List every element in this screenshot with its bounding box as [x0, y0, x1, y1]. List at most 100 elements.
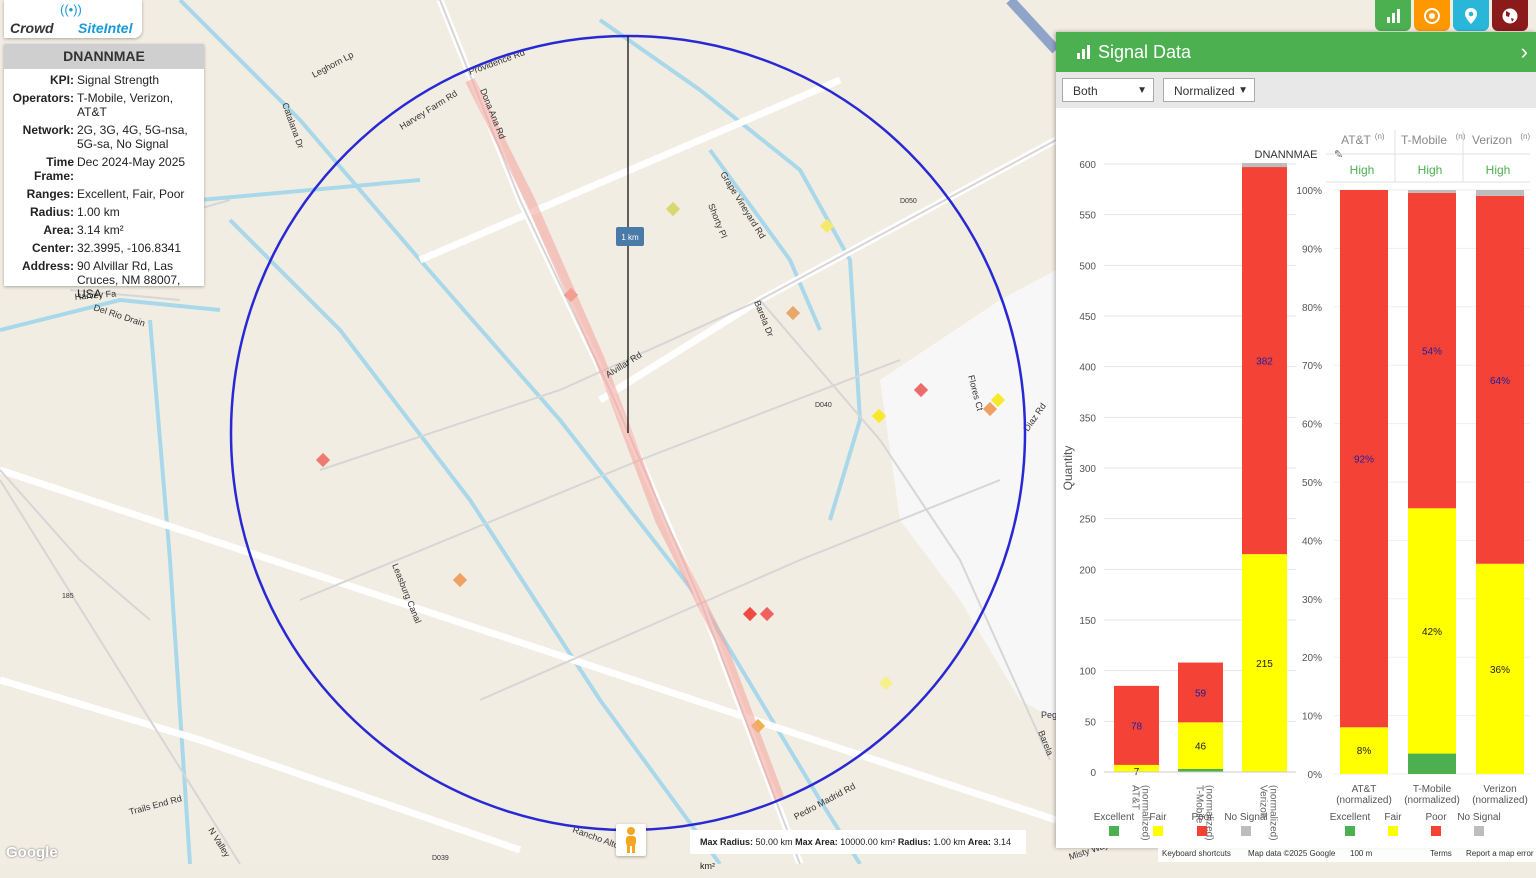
legend-swatch	[1474, 826, 1484, 836]
max-radius-value: 50.00 km	[755, 837, 793, 847]
logo-text-siteintel: SiteIntel	[78, 20, 133, 36]
scale-label: 1 km	[621, 233, 639, 242]
max-area-label: Max Area:	[795, 837, 838, 847]
info-title: DNANNMAE	[4, 44, 204, 69]
globe-button[interactable]	[1492, 0, 1528, 31]
confidence-rating: High	[1486, 163, 1511, 177]
panel-title: Signal Data	[1098, 42, 1192, 62]
legend-label: Excellent	[1094, 812, 1135, 823]
bar-segment-no-signal	[1242, 162, 1287, 168]
data-label: 59	[1195, 688, 1207, 699]
y-tick-label: 0%	[1308, 770, 1323, 781]
info-value: 90 Alvillar Rd, Las Cruces, NM 88007, US…	[77, 259, 181, 301]
data-label: 215	[1256, 659, 1273, 670]
signal-charts: DNANNMAE ✎0501001502002503003504004505005…	[1061, 130, 1531, 841]
info-key: Address:	[21, 259, 74, 273]
street-view-pegman[interactable]	[616, 824, 646, 856]
target-button[interactable]	[1414, 0, 1450, 31]
y-tick-label: 600	[1079, 160, 1096, 171]
info-row: Operators: T-Mobile, Verizon, AT&T	[4, 91, 204, 119]
bar-chart-button[interactable]	[1375, 0, 1411, 31]
road-shield: D040	[815, 402, 832, 409]
info-row: Area: 3.14 km²	[4, 223, 204, 237]
info-key: Operators:	[12, 91, 74, 105]
broadcast-icon: ((•))	[60, 2, 82, 17]
legend-swatch	[1153, 826, 1163, 836]
legend-swatch	[1345, 826, 1355, 836]
data-label: 46	[1195, 742, 1207, 753]
bar-chart-icon	[1077, 45, 1090, 59]
info-key: Radius:	[29, 205, 74, 219]
info-value: T-Mobile, Verizon, AT&T	[77, 91, 174, 119]
legend-label: No Signal	[1224, 812, 1267, 823]
map-footer: Keyboard shortcuts Map data ©2025 Google…	[1158, 846, 1536, 862]
bar-chart-icon	[1387, 8, 1400, 23]
data-label: 64%	[1490, 376, 1510, 387]
y-tick-label: 500	[1079, 261, 1096, 272]
legend-swatch	[1388, 826, 1398, 836]
legend-label: Poor	[1425, 812, 1447, 823]
info-key: Network:	[22, 123, 74, 137]
terms-link[interactable]: Terms	[1430, 846, 1452, 862]
y-tick-label: 80%	[1302, 303, 1322, 314]
data-label: 42%	[1422, 627, 1442, 638]
logo-text-crowd: Crowd	[10, 20, 54, 36]
road-shield: D039	[432, 855, 449, 862]
panel-header: Signal Data ›	[1056, 32, 1536, 72]
y-tick-label: 60%	[1302, 420, 1322, 431]
info-key: Time Frame:	[33, 155, 74, 183]
collapse-chevron-icon[interactable]: ›	[1521, 32, 1528, 72]
data-label: 92%	[1354, 455, 1374, 466]
info-row: Radius: 1.00 km	[4, 205, 204, 219]
operator-select[interactable]: Both ▼	[1062, 78, 1154, 102]
app-logo: ((•)) Crowd SiteIntel	[4, 0, 142, 38]
bar-segment-no-signal	[1408, 190, 1456, 193]
y-tick-label: 450	[1079, 312, 1096, 323]
map-scale-text[interactable]: 100 m	[1350, 846, 1372, 862]
chevron-down-icon: ▼	[1238, 85, 1248, 96]
info-panel: DNANNMAE KPI: Signal Strength Operators: T-…	[4, 44, 204, 301]
signal-data-panel: Signal Data › Both ▼ Normalized ▼ DNANNMAE…	[1056, 32, 1536, 848]
report-error-link[interactable]: Report a map error	[1466, 846, 1534, 862]
radius-label: Radius:	[897, 837, 931, 847]
operator-header: T-Mobile	[1401, 133, 1447, 147]
legend-label: No Signal	[1457, 812, 1500, 823]
legend-label: Excellent	[1330, 812, 1371, 823]
y-tick-label: 250	[1079, 515, 1096, 526]
y-tick-label: 200	[1079, 565, 1096, 576]
pegman-icon	[626, 827, 636, 853]
info-row: Address: 90 Alvillar Rd, Las Cruces, NM 8…	[4, 259, 204, 301]
y-tick-label: 90%	[1302, 244, 1322, 255]
mode-select[interactable]: Normalized ▼	[1163, 78, 1255, 102]
max-area-value: 10000.00 km²	[840, 837, 896, 847]
y-tick-label: 400	[1079, 363, 1096, 374]
x-tick-label: (normalized)	[1472, 795, 1528, 806]
x-tick-label: AT&T	[1130, 785, 1141, 810]
info-row: Time Frame: Dec 2024-May 2025	[4, 155, 204, 183]
y-tick-label: 10%	[1302, 712, 1322, 723]
location-button[interactable]	[1453, 0, 1489, 31]
confidence-rating: High	[1418, 163, 1443, 177]
y-tick-label: 0	[1090, 768, 1096, 779]
radius-stats-bar: Max Radius: 50.00 km Max Area: 10000.00 …	[690, 830, 1026, 871]
operator-select-value: Both	[1073, 84, 1098, 98]
map-data-text: Map data ©2025 Google	[1248, 849, 1336, 858]
operator-header: AT&T	[1341, 133, 1371, 147]
legend-swatch	[1241, 826, 1251, 836]
legend-label: Poor	[1191, 812, 1213, 823]
info-value: 3.14 km²	[77, 223, 124, 237]
road-shield: D050	[900, 198, 917, 205]
legend-swatch	[1431, 826, 1441, 836]
keyboard-shortcuts-link[interactable]: Keyboard shortcuts	[1162, 846, 1231, 862]
location-pin-icon	[1465, 7, 1477, 24]
y-tick-label: 30%	[1302, 595, 1322, 606]
x-tick-label: AT&T	[1352, 784, 1377, 795]
data-label: 382	[1256, 357, 1273, 368]
info-value: 2G, 3G, 4G, 5G-nsa, 5G-sa, No Signal	[77, 123, 188, 151]
chevron-down-icon: ▼	[1137, 85, 1147, 96]
info-row: Network: 2G, 3G, 4G, 5G-nsa, 5G-sa, No Si…	[4, 123, 204, 151]
y-tick-label: 350	[1079, 413, 1096, 424]
road-label: Peg	[1041, 710, 1057, 720]
y-tick-label: 50%	[1302, 478, 1322, 489]
x-tick-label: T-Mobile	[1413, 784, 1452, 795]
